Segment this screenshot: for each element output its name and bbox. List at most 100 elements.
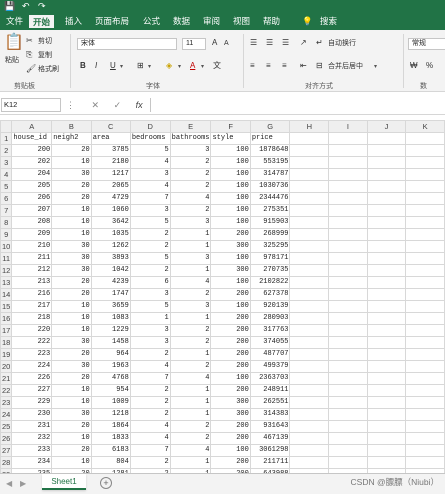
save-icon[interactable]: 💾 bbox=[4, 1, 15, 12]
cell[interactable]: 230 bbox=[11, 408, 53, 421]
cell[interactable] bbox=[289, 420, 330, 433]
cell[interactable]: 2180 bbox=[90, 156, 131, 169]
cell[interactable]: 223 bbox=[11, 348, 53, 361]
cell[interactable]: 218 bbox=[11, 312, 53, 325]
cell[interactable]: 30 bbox=[51, 240, 92, 253]
cell[interactable]: 100 bbox=[210, 204, 251, 217]
cell[interactable] bbox=[289, 444, 330, 457]
cell[interactable] bbox=[366, 156, 407, 169]
cell[interactable]: 3659 bbox=[90, 300, 131, 313]
cell[interactable]: 1747 bbox=[90, 288, 131, 301]
cell[interactable]: 100 bbox=[210, 444, 251, 457]
cell[interactable]: 10 bbox=[51, 384, 92, 397]
tab-review[interactable]: 审阅 bbox=[203, 16, 220, 27]
cell[interactable]: 4768 bbox=[90, 372, 131, 385]
cell[interactable] bbox=[328, 372, 368, 385]
cell[interactable]: 100 bbox=[210, 180, 251, 193]
cell[interactable]: 978171 bbox=[249, 252, 291, 265]
next-sheet-icon[interactable]: ▶ bbox=[20, 479, 26, 488]
cell[interactable]: 2102822 bbox=[249, 276, 291, 289]
cell[interactable]: 2 bbox=[129, 384, 171, 397]
cell[interactable]: 3 bbox=[169, 144, 212, 157]
cell[interactable]: 30 bbox=[51, 336, 92, 349]
cell[interactable]: 200 bbox=[11, 144, 53, 157]
cell[interactable]: 3642 bbox=[90, 216, 131, 229]
cell[interactable]: 954 bbox=[90, 384, 131, 397]
cell[interactable]: 208 bbox=[11, 216, 53, 229]
cell[interactable]: 2 bbox=[169, 288, 212, 301]
cell[interactable]: 224 bbox=[11, 360, 53, 373]
cell[interactable] bbox=[328, 432, 368, 445]
cell[interactable] bbox=[328, 348, 368, 361]
column-header[interactable]: B bbox=[51, 120, 92, 133]
cell[interactable] bbox=[366, 360, 407, 373]
column-header[interactable]: A bbox=[11, 120, 53, 133]
wrap-text-icon[interactable]: ↵ bbox=[316, 38, 323, 48]
fill-color-icon[interactable]: ◈ bbox=[166, 61, 172, 71]
cell[interactable] bbox=[405, 300, 445, 313]
chevron-down-icon[interactable]: ▾ bbox=[148, 63, 151, 71]
cell[interactable] bbox=[366, 456, 407, 469]
column-header[interactable]: C bbox=[90, 120, 131, 133]
cell[interactable]: 7 bbox=[129, 444, 171, 457]
percent-icon[interactable]: % bbox=[426, 61, 433, 71]
cell[interactable]: bedrooms bbox=[129, 132, 171, 145]
cell[interactable] bbox=[366, 288, 407, 301]
cell[interactable] bbox=[289, 312, 330, 325]
row-header[interactable]: 2 bbox=[0, 144, 13, 157]
cell[interactable] bbox=[328, 216, 368, 229]
sheet-tab-sheet1[interactable]: Sheet1 bbox=[42, 474, 86, 490]
cell[interactable] bbox=[405, 336, 445, 349]
cell[interactable]: 100 bbox=[210, 192, 251, 205]
cell[interactable] bbox=[366, 180, 407, 193]
cell[interactable]: 1833 bbox=[90, 432, 131, 445]
cell[interactable] bbox=[405, 216, 445, 229]
row-header[interactable]: 15 bbox=[0, 300, 13, 313]
cell[interactable] bbox=[289, 396, 330, 409]
scissors-icon[interactable]: ✂ bbox=[26, 36, 33, 46]
cell[interactable] bbox=[405, 168, 445, 181]
cell[interactable]: 30 bbox=[51, 360, 92, 373]
row-header[interactable]: 10 bbox=[0, 240, 13, 253]
cell[interactable]: 216 bbox=[11, 288, 53, 301]
cell[interactable] bbox=[328, 156, 368, 169]
cell[interactable]: 553195 bbox=[249, 156, 291, 169]
cell[interactable]: 200 bbox=[210, 420, 251, 433]
enter-icon[interactable]: ✓ bbox=[114, 100, 122, 110]
cell[interactable]: 1 bbox=[169, 396, 212, 409]
align-bottom-icon[interactable]: ☰ bbox=[282, 38, 289, 48]
cell[interactable]: 2 bbox=[169, 204, 212, 217]
cell[interactable]: 1009 bbox=[90, 396, 131, 409]
cell[interactable]: 30 bbox=[51, 408, 92, 421]
cell[interactable]: house_id bbox=[11, 132, 53, 145]
row-header[interactable]: 7 bbox=[0, 204, 13, 217]
cell[interactable]: 200 bbox=[210, 324, 251, 337]
cell[interactable] bbox=[366, 276, 407, 289]
row-header[interactable]: 12 bbox=[0, 264, 13, 277]
cell[interactable]: 211711 bbox=[249, 456, 291, 469]
cell[interactable] bbox=[328, 444, 368, 457]
tab-file[interactable]: 文件 bbox=[6, 16, 23, 27]
cell[interactable]: 2363703 bbox=[249, 372, 291, 385]
cell[interactable]: 2 bbox=[129, 228, 171, 241]
cell[interactable]: 1262 bbox=[90, 240, 131, 253]
align-top-icon[interactable]: ☰ bbox=[250, 38, 257, 48]
cell[interactable] bbox=[328, 420, 368, 433]
cell[interactable]: 217 bbox=[11, 300, 53, 313]
font-name-select[interactable]: 宋体 bbox=[77, 38, 177, 50]
merge-center-button[interactable]: 合并后居中 bbox=[328, 62, 363, 71]
cell[interactable] bbox=[328, 300, 368, 313]
cell[interactable] bbox=[405, 372, 445, 385]
cell[interactable] bbox=[405, 444, 445, 457]
cell[interactable]: 100 bbox=[210, 144, 251, 157]
cell[interactable]: 100 bbox=[210, 276, 251, 289]
merge-center-icon[interactable]: ⊟ bbox=[316, 61, 323, 71]
cell[interactable] bbox=[366, 240, 407, 253]
border-icon[interactable]: ⊞ bbox=[137, 61, 144, 71]
cell[interactable]: 1 bbox=[169, 312, 212, 325]
cell[interactable] bbox=[289, 324, 330, 337]
spreadsheet-grid[interactable]: ABCDEFGHIJK 1 house_id neigh2 area bedrooms b… bbox=[0, 120, 445, 473]
cell[interactable]: 2 bbox=[169, 180, 212, 193]
cell[interactable]: 10 bbox=[51, 312, 92, 325]
cell[interactable] bbox=[366, 252, 407, 265]
